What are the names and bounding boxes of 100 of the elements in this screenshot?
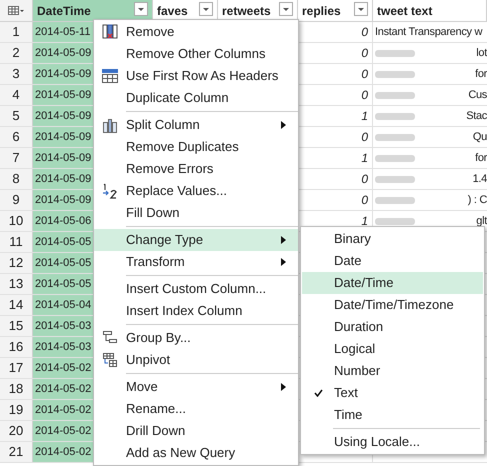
table-cell-text: 2014-05-04	[35, 298, 92, 313]
table-cell-text: 2014-05-09	[35, 172, 92, 187]
table-cell-text: 0	[361, 192, 368, 209]
menu-item[interactable]: Date/Time/Timezone	[302, 294, 483, 316]
menu-item[interactable]: Duration	[302, 316, 483, 338]
filter-dropdown-icon[interactable]	[134, 2, 148, 16]
table-cell-text: 2014-05-05	[35, 256, 92, 271]
table-cell-text: Qu	[472, 130, 487, 145]
row-number: 21	[0, 442, 33, 462]
table-menu-icon[interactable]	[8, 6, 24, 16]
table-cell-text: 2014-05-02	[35, 424, 92, 439]
row-number: 15	[0, 316, 33, 336]
unpivot-icon	[102, 352, 118, 368]
table-cell-text: 0	[361, 129, 368, 146]
table-cell-text: 2014-05-09	[35, 88, 92, 103]
blurred-text-drawing	[375, 173, 415, 185]
menu-item[interactable]: Insert Custom Column...	[94, 278, 298, 300]
menu-item[interactable]: Remove Other Columns	[94, 43, 298, 65]
menu-item[interactable]: Drill Down	[94, 420, 298, 442]
menu-item[interactable]: Remove Duplicates	[94, 136, 298, 158]
menu-item[interactable]: Duplicate Column	[94, 87, 298, 109]
table-cell-text: 2014-05-09	[35, 130, 92, 145]
remove-columns-icon	[102, 24, 118, 40]
table-cell-text: 0	[361, 87, 368, 104]
table-cell-text: 1	[361, 213, 368, 230]
row-number: 10	[0, 211, 33, 231]
split-column-icon	[102, 116, 118, 134]
table-cell-text: 0	[361, 45, 368, 62]
menu-item[interactable]: Transform	[94, 251, 298, 273]
table-cell-text: 0	[361, 66, 368, 83]
table-cell-text: ) : C	[468, 192, 487, 208]
filter-dropdown-icon[interactable]	[279, 2, 293, 16]
blurred-text-drawing	[375, 110, 415, 122]
menu-item[interactable]: Unpivot	[94, 349, 298, 371]
table-cell-text: 1	[361, 150, 368, 167]
menu-item[interactable]: Number	[302, 360, 483, 382]
table-cell-text: 2014-05-02	[35, 402, 92, 418]
menu-item[interactable]: Group By...	[94, 327, 298, 349]
table-cell-text: 2014-05-05	[35, 234, 92, 250]
row-number: 2	[0, 43, 33, 63]
menu-item[interactable]: Insert Index Column	[94, 300, 298, 322]
menu-item[interactable]: Time	[302, 404, 483, 426]
table-cell-text: for	[475, 66, 487, 82]
row-number: 14	[0, 295, 33, 315]
menu-item[interactable]: Text	[302, 382, 483, 404]
column-header[interactable]: DateTime	[33, 0, 153, 21]
menu-item[interactable]: Using Locale...	[302, 431, 483, 453]
row-number: 12	[0, 253, 33, 273]
row-number: 4	[0, 85, 33, 105]
table-cell-text: 2014-05-03	[35, 318, 92, 334]
row-number: 11	[0, 232, 33, 252]
blurred-text-drawing	[375, 194, 415, 206]
menu-item[interactable]: Add as New Query	[94, 442, 298, 464]
menu-item[interactable]: Remove	[94, 21, 298, 43]
group-by-icon	[102, 330, 118, 346]
table-cell-text: 2014-05-03	[35, 340, 92, 355]
blurred-text-drawing	[375, 47, 415, 59]
row-number: 13	[0, 274, 33, 294]
table-cell-text: lot	[476, 46, 487, 61]
table-cell-text: 1.4	[472, 172, 487, 187]
blurred-text-drawing	[375, 68, 415, 80]
table-cell-text: 2014-05-06	[35, 214, 92, 229]
filter-dropdown-icon[interactable]	[354, 2, 368, 16]
table-cell-text: 2014-05-02	[35, 360, 92, 376]
row-number: 6	[0, 127, 33, 147]
row-number: 3	[0, 64, 33, 84]
table-cell-text: 2014-05-09	[35, 108, 92, 124]
table-cell-text: 2014-05-11	[35, 24, 90, 40]
menu-item[interactable]: Use First Row As Headers	[94, 65, 298, 87]
table-cell-text: 1	[361, 108, 368, 125]
menu-item[interactable]: Split Column	[94, 114, 298, 136]
menu-item[interactable]: Binary	[302, 228, 483, 250]
table-cell-text: for	[475, 150, 487, 166]
menu-item[interactable]: Change Type	[94, 229, 298, 251]
blurred-text-drawing	[375, 215, 415, 227]
row-number: 1	[0, 22, 33, 42]
table-cell-text: Cus	[468, 88, 487, 103]
row-number: 9	[0, 190, 33, 210]
menu-item[interactable]: Logical	[302, 338, 483, 360]
table-cell-text: 2014-05-09	[35, 192, 92, 208]
table-cell-text: glt	[476, 214, 487, 229]
filter-dropdown-icon[interactable]	[199, 2, 213, 16]
table-cell-text: 2014-05-02	[35, 444, 92, 460]
menu-item[interactable]: Move	[94, 376, 298, 398]
blurred-text-drawing	[375, 89, 415, 101]
menu-item[interactable]: Rename...	[94, 398, 298, 420]
row-number: 17	[0, 358, 33, 378]
table-cell-text: 2014-05-09	[35, 150, 92, 166]
blurred-text-drawing	[375, 131, 415, 143]
menu-item[interactable]: Date/Time	[302, 272, 483, 294]
menu-item[interactable]: Remove Errors	[94, 158, 298, 180]
row-number: 16	[0, 337, 33, 357]
menu-item[interactable]: Replace Values...	[94, 180, 298, 202]
table-header-icon	[101, 68, 119, 84]
row-number: 20	[0, 421, 33, 441]
table-cell-text: 2014-05-09	[35, 46, 92, 61]
row-number: 18	[0, 379, 33, 399]
menu-item[interactable]: Date	[302, 250, 483, 272]
menu-item[interactable]: Fill Down	[94, 202, 298, 224]
table-cell-text: Stac	[466, 108, 487, 124]
